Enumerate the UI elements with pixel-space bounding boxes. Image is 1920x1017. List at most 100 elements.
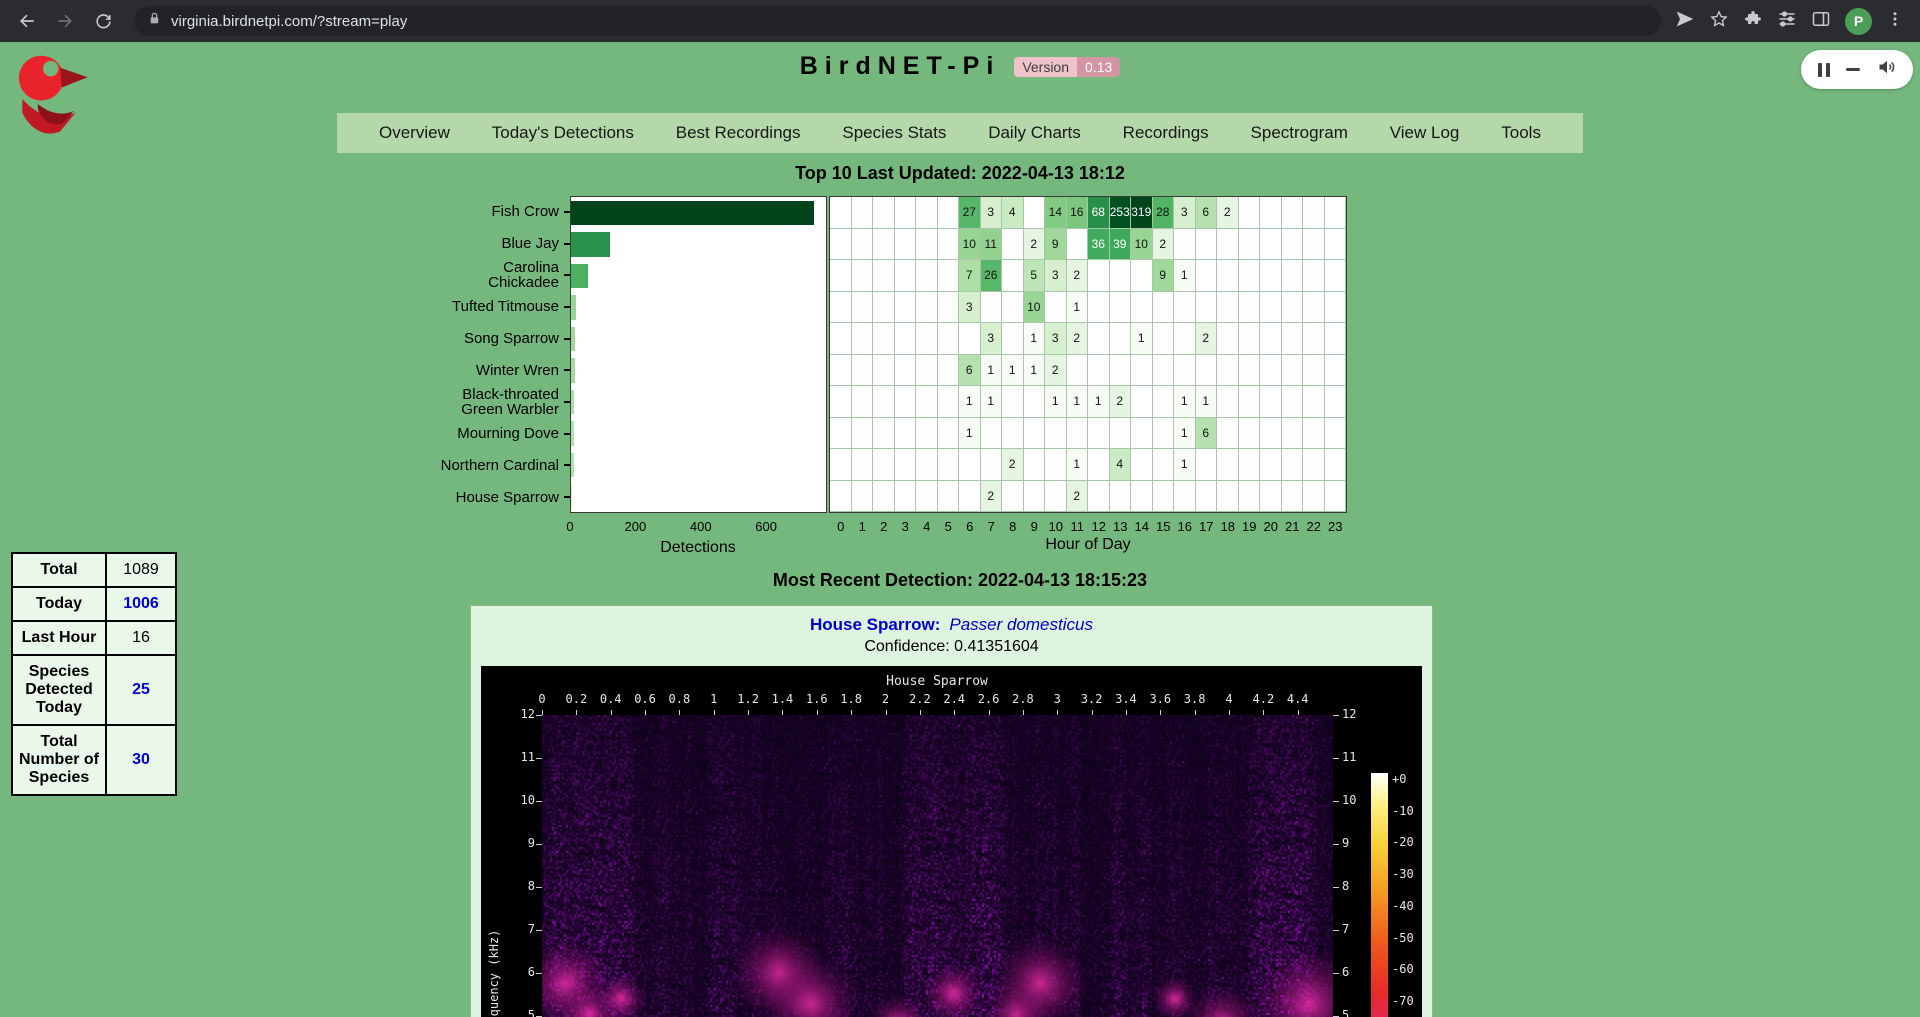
spec-x-tick-mark [714, 710, 715, 715]
heatmap-cell [873, 418, 895, 450]
heatmap-cell [830, 323, 852, 355]
spec-x-tick-mark [1298, 710, 1299, 715]
species-label: Song Sparrow [420, 323, 570, 355]
version-badge: Version 0.13 [1014, 57, 1120, 77]
heatmap-cell [1282, 229, 1304, 261]
bookmark-star-icon[interactable] [1709, 9, 1729, 34]
profile-avatar[interactable]: P [1845, 8, 1872, 35]
spec-y-tick-mark [536, 930, 542, 931]
species-label-text: Song Sparrow [464, 331, 559, 346]
hour-x-tick: 20 [1264, 519, 1278, 534]
heatmap-cell [981, 418, 1003, 450]
tune-icon[interactable] [1777, 9, 1797, 34]
address-bar[interactable]: virginia.birdnetpi.com/?stream=play [134, 6, 1661, 36]
nav-item-species-stats[interactable]: Species Stats [842, 123, 946, 143]
heatmap-cell [916, 418, 938, 450]
heatmap-cell [1153, 449, 1175, 481]
heatmap-cell [916, 292, 938, 324]
nav-item-tools[interactable]: Tools [1501, 123, 1541, 143]
stats-value-link[interactable]: 1006 [106, 587, 176, 621]
heatmap-cell [1325, 386, 1347, 418]
side-panel-icon[interactable] [1811, 9, 1831, 34]
audio-player [1801, 50, 1913, 89]
heatmap-cell: 1 [1131, 323, 1153, 355]
heatmap-cell [895, 292, 917, 324]
heatmap-cell: 1 [1067, 449, 1089, 481]
send-icon[interactable] [1675, 9, 1695, 34]
heatmap-cell: 11 [981, 229, 1003, 261]
heatmap-cell: 2 [1217, 197, 1239, 229]
spec-y-tick-mark [1333, 801, 1339, 802]
lock-icon [148, 11, 161, 31]
heatmap-cell [916, 355, 938, 387]
heatmap-cell: 2 [981, 481, 1003, 513]
heatmap-cell: 3 [981, 197, 1003, 229]
heatmap-cell [1131, 418, 1153, 450]
heatmap-cell: 3 [981, 323, 1003, 355]
heatmap-cell: 6 [1196, 418, 1218, 450]
species-label: House Sparrow [420, 481, 570, 513]
heatmap-cell [1088, 260, 1110, 292]
heatmap-cell [830, 481, 852, 513]
pause-icon[interactable] [1818, 63, 1830, 77]
heatmap-cell [1260, 386, 1282, 418]
forward-icon[interactable] [48, 4, 82, 38]
stats-label: Total Number of Species [12, 725, 106, 795]
browser-toolbar: virginia.birdnetpi.com/?stream=play P [0, 0, 1920, 42]
volume-icon[interactable] [1877, 57, 1897, 82]
nav-item-daily-charts[interactable]: Daily Charts [988, 123, 1081, 143]
nav-item-overview[interactable]: Overview [379, 123, 450, 143]
hour-x-tick: 17 [1199, 519, 1213, 534]
species-common-name[interactable]: House Sparrow: [810, 615, 940, 634]
menu-dots-icon[interactable] [1886, 10, 1904, 33]
heatmap-cell [938, 260, 960, 292]
back-icon[interactable] [10, 4, 44, 38]
heatmap-cell [1196, 481, 1218, 513]
nav-item-view-log[interactable]: View Log [1390, 123, 1460, 143]
heatmap-cell [830, 449, 852, 481]
heatmap-cell [852, 355, 874, 387]
spec-x-tick: 2.6 [978, 692, 1000, 706]
reload-icon[interactable] [86, 4, 120, 38]
spec-y-tick-right: 10 [1342, 793, 1356, 807]
bar-x-tick: 0 [566, 519, 573, 534]
heatmap-cell [1153, 355, 1175, 387]
stats-value-link[interactable]: 25 [106, 655, 176, 725]
seek-bar[interactable] [1846, 68, 1860, 71]
heatmap-cell [1110, 355, 1132, 387]
extensions-icon[interactable] [1743, 9, 1763, 34]
heatmap-cell [1002, 418, 1024, 450]
heatmap-cell: 4 [1110, 449, 1132, 481]
stats-value-link[interactable]: 30 [106, 725, 176, 795]
heatmap-cell [873, 260, 895, 292]
species-label-text: Mourning Dove [457, 426, 559, 441]
heatmap-cell [1260, 449, 1282, 481]
heatmap-cell [873, 197, 895, 229]
species-scientific-name[interactable]: Passer domesticus [949, 615, 1093, 634]
heatmap-cell [1131, 260, 1153, 292]
spec-y-tick-left: 7 [503, 922, 535, 936]
heatmap-cell [1282, 355, 1304, 387]
heatmap-cell: 28 [1153, 197, 1175, 229]
stats-row: Total Number of Species30 [12, 725, 176, 795]
heatmap-cell: 2 [1067, 481, 1089, 513]
nav-item-recordings[interactable]: Recordings [1123, 123, 1209, 143]
colorbar-label: -40 [1392, 899, 1414, 913]
spec-x-tick-mark [1195, 710, 1196, 715]
spec-x-tick: 3.8 [1184, 692, 1206, 706]
hourly-heatmap: 2734141668253319283621011293639102726532… [829, 196, 1347, 513]
heatmap-cell [938, 418, 960, 450]
spec-y-tick-mark [536, 715, 542, 716]
nav-item-spectrogram[interactable]: Spectrogram [1251, 123, 1348, 143]
birdnet-page: BirdNET-Pi Version 0.13 OverviewToday's … [0, 42, 1920, 1017]
heatmap-cell [1282, 197, 1304, 229]
detection-species-link[interactable]: House Sparrow: Passer domesticus [471, 615, 1432, 635]
heatmap-cell [1325, 418, 1347, 450]
spec-x-tick-mark [611, 710, 612, 715]
heatmap-cell: 10 [1024, 292, 1046, 324]
heatmap-cell [938, 481, 960, 513]
url-text: virginia.birdnetpi.com/?stream=play [171, 13, 407, 30]
heatmap-cell [1239, 197, 1261, 229]
nav-item-best-recordings[interactable]: Best Recordings [676, 123, 801, 143]
nav-item-today-s-detections[interactable]: Today's Detections [492, 123, 634, 143]
